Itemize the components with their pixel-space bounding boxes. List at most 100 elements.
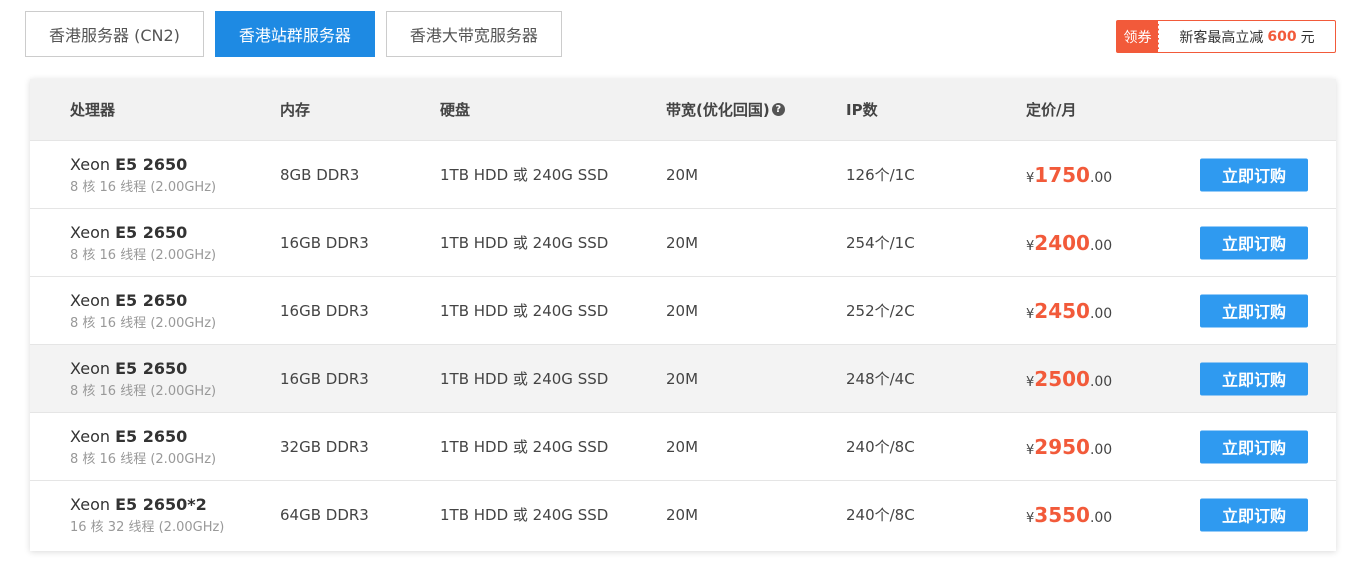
price-integer: 3550 <box>1034 502 1090 527</box>
table-row: Xeon E5 2650 8 核 16 线程 (2.00GHz) 16GB DD… <box>30 276 1336 344</box>
buy-now-button[interactable]: 立即订购 <box>1200 294 1308 327</box>
buy-now-button[interactable]: 立即订购 <box>1200 158 1308 191</box>
price-decimal: .00 <box>1089 305 1113 322</box>
coupon-tag: 领券 <box>1117 21 1159 52</box>
ip-cell: 240个/8C <box>846 506 915 524</box>
coupon-text: 新客最高立减 600 元 <box>1159 21 1335 52</box>
currency-symbol: ¥ <box>1026 374 1035 390</box>
price-decimal: .00 <box>1089 441 1113 458</box>
cpu-name: Xeon E5 2650 <box>70 223 187 242</box>
memory-cell: 64GB DDR3 <box>280 505 369 524</box>
memory-cell: 32GB DDR3 <box>280 437 369 456</box>
disk-cell: 1TB HDD 或 240G SSD <box>440 302 609 320</box>
bandwidth-cell: 20M <box>666 437 699 456</box>
buy-now-button[interactable]: 立即订购 <box>1200 430 1308 463</box>
price-integer: 2950 <box>1034 434 1090 459</box>
header-price: 定价/月 <box>1026 101 1077 119</box>
ip-cell: 126个/1C <box>846 166 915 184</box>
pricing-table: 处理器 内存 硬盘 带宽(优化回国) ? IP数 定价/月 Xeon E5 26… <box>30 79 1336 551</box>
price-cell: ¥ 2400 .00 <box>1026 209 1112 276</box>
price-cell: ¥ 2500 .00 <box>1026 345 1112 412</box>
memory-cell: 16GB DDR3 <box>280 301 369 320</box>
help-icon[interactable]: ? <box>771 103 785 116</box>
bandwidth-cell: 20M <box>666 301 699 320</box>
cpu-model: E5 2650 <box>115 358 188 378</box>
header-bandwidth: 带宽(优化回国) ? <box>666 79 785 140</box>
buy-now-button[interactable]: 立即订购 <box>1200 226 1308 259</box>
disk-cell: 1TB HDD 或 240G SSD <box>440 166 609 184</box>
price-integer: 2450 <box>1034 298 1090 323</box>
price-decimal: .00 <box>1089 373 1113 390</box>
price-integer: 2500 <box>1034 366 1090 391</box>
buy-now-button[interactable]: 立即订购 <box>1200 362 1308 395</box>
cpu-brand: Xeon <box>70 154 111 174</box>
table-row: Xeon E5 2650 8 核 16 线程 (2.00GHz) 16GB DD… <box>30 344 1336 412</box>
cpu-cell: Xeon E5 2650 8 核 16 线程 (2.00GHz) <box>70 413 216 480</box>
ip-cell: 254个/1C <box>846 234 915 252</box>
cpu-spec: 8 核 16 线程 (2.00GHz) <box>70 247 217 263</box>
price-decimal: .00 <box>1089 169 1113 186</box>
header-ip: IP数 <box>846 101 878 119</box>
ip-cell: 248个/4C <box>846 370 915 388</box>
ip-cell: 252个/2C <box>846 302 915 320</box>
cpu-model: E5 2650 <box>115 426 188 446</box>
table-row: Xeon E5 2650 8 核 16 线程 (2.00GHz) 8GB DDR… <box>30 140 1336 208</box>
cpu-name: Xeon E5 2650 <box>70 291 187 310</box>
price-cell: ¥ 2450 .00 <box>1026 277 1112 344</box>
cpu-brand: Xeon <box>70 290 111 310</box>
price-cell: ¥ 3550 .00 <box>1026 481 1112 548</box>
table-body: Xeon E5 2650 8 核 16 线程 (2.00GHz) 8GB DDR… <box>30 140 1336 548</box>
header-memory: 内存 <box>280 101 311 119</box>
disk-cell: 1TB HDD 或 240G SSD <box>440 506 609 524</box>
bandwidth-cell: 20M <box>666 233 699 252</box>
table-row: Xeon E5 2650 8 核 16 线程 (2.00GHz) 16GB DD… <box>30 208 1336 276</box>
cpu-brand: Xeon <box>70 358 111 378</box>
currency-symbol: ¥ <box>1026 238 1035 254</box>
buy-now-button[interactable]: 立即订购 <box>1200 498 1308 531</box>
price-decimal: .00 <box>1089 237 1113 254</box>
currency-symbol: ¥ <box>1026 170 1035 186</box>
cpu-brand: Xeon <box>70 426 111 446</box>
disk-cell: 1TB HDD 或 240G SSD <box>440 370 609 388</box>
cpu-name: Xeon E5 2650 <box>70 155 187 174</box>
cpu-name: Xeon E5 2650 <box>70 427 187 446</box>
table-row: Xeon E5 2650 8 核 16 线程 (2.00GHz) 32GB DD… <box>30 412 1336 480</box>
cpu-cell: Xeon E5 2650*2 16 核 32 线程 (2.00GHz) <box>70 481 224 548</box>
cpu-brand: Xeon <box>70 222 111 242</box>
currency-symbol: ¥ <box>1026 442 1035 458</box>
coupon-banner[interactable]: 领券 新客最高立减 600 元 <box>1116 20 1336 53</box>
coupon-unit: 元 <box>1300 29 1315 46</box>
cpu-model: E5 2650*2 <box>115 494 207 514</box>
cpu-cell: Xeon E5 2650 8 核 16 线程 (2.00GHz) <box>70 141 216 208</box>
bandwidth-cell: 20M <box>666 505 699 524</box>
currency-symbol: ¥ <box>1026 306 1035 322</box>
tab-hk-high-bandwidth[interactable]: 香港大带宽服务器 <box>385 11 562 57</box>
tab-hk-cn2[interactable]: 香港服务器 (CN2) <box>25 11 204 57</box>
tab-hk-site-group[interactable]: 香港站群服务器 <box>214 11 375 57</box>
cpu-spec: 16 核 32 线程 (2.00GHz) <box>70 519 225 535</box>
cpu-name: Xeon E5 2650 <box>70 359 187 378</box>
disk-cell: 1TB HDD 或 240G SSD <box>440 438 609 456</box>
cpu-brand: Xeon <box>70 494 111 514</box>
cpu-model: E5 2650 <box>115 290 188 310</box>
table-header: 处理器 内存 硬盘 带宽(优化回国) ? IP数 定价/月 <box>30 79 1336 140</box>
cpu-cell: Xeon E5 2650 8 核 16 线程 (2.00GHz) <box>70 277 216 344</box>
cpu-model: E5 2650 <box>115 222 188 242</box>
cpu-cell: Xeon E5 2650 8 核 16 线程 (2.00GHz) <box>70 345 216 412</box>
bandwidth-cell: 20M <box>666 369 699 388</box>
price-decimal: .00 <box>1089 509 1113 526</box>
ip-cell: 240个/8C <box>846 438 915 456</box>
currency-symbol: ¥ <box>1026 510 1035 526</box>
disk-cell: 1TB HDD 或 240G SSD <box>440 234 609 252</box>
memory-cell: 8GB DDR3 <box>280 165 360 184</box>
cpu-cell: Xeon E5 2650 8 核 16 线程 (2.00GHz) <box>70 209 216 276</box>
table-row: Xeon E5 2650*2 16 核 32 线程 (2.00GHz) 64GB… <box>30 480 1336 548</box>
cpu-model: E5 2650 <box>115 154 188 174</box>
header-cpu: 处理器 <box>70 101 116 119</box>
coupon-amount: 600 <box>1267 28 1297 45</box>
header-disk: 硬盘 <box>440 101 471 119</box>
cpu-name: Xeon E5 2650*2 <box>70 495 207 514</box>
memory-cell: 16GB DDR3 <box>280 233 369 252</box>
coupon-prefix: 新客最高立减 <box>1179 29 1264 46</box>
cpu-spec: 8 核 16 线程 (2.00GHz) <box>70 315 217 331</box>
